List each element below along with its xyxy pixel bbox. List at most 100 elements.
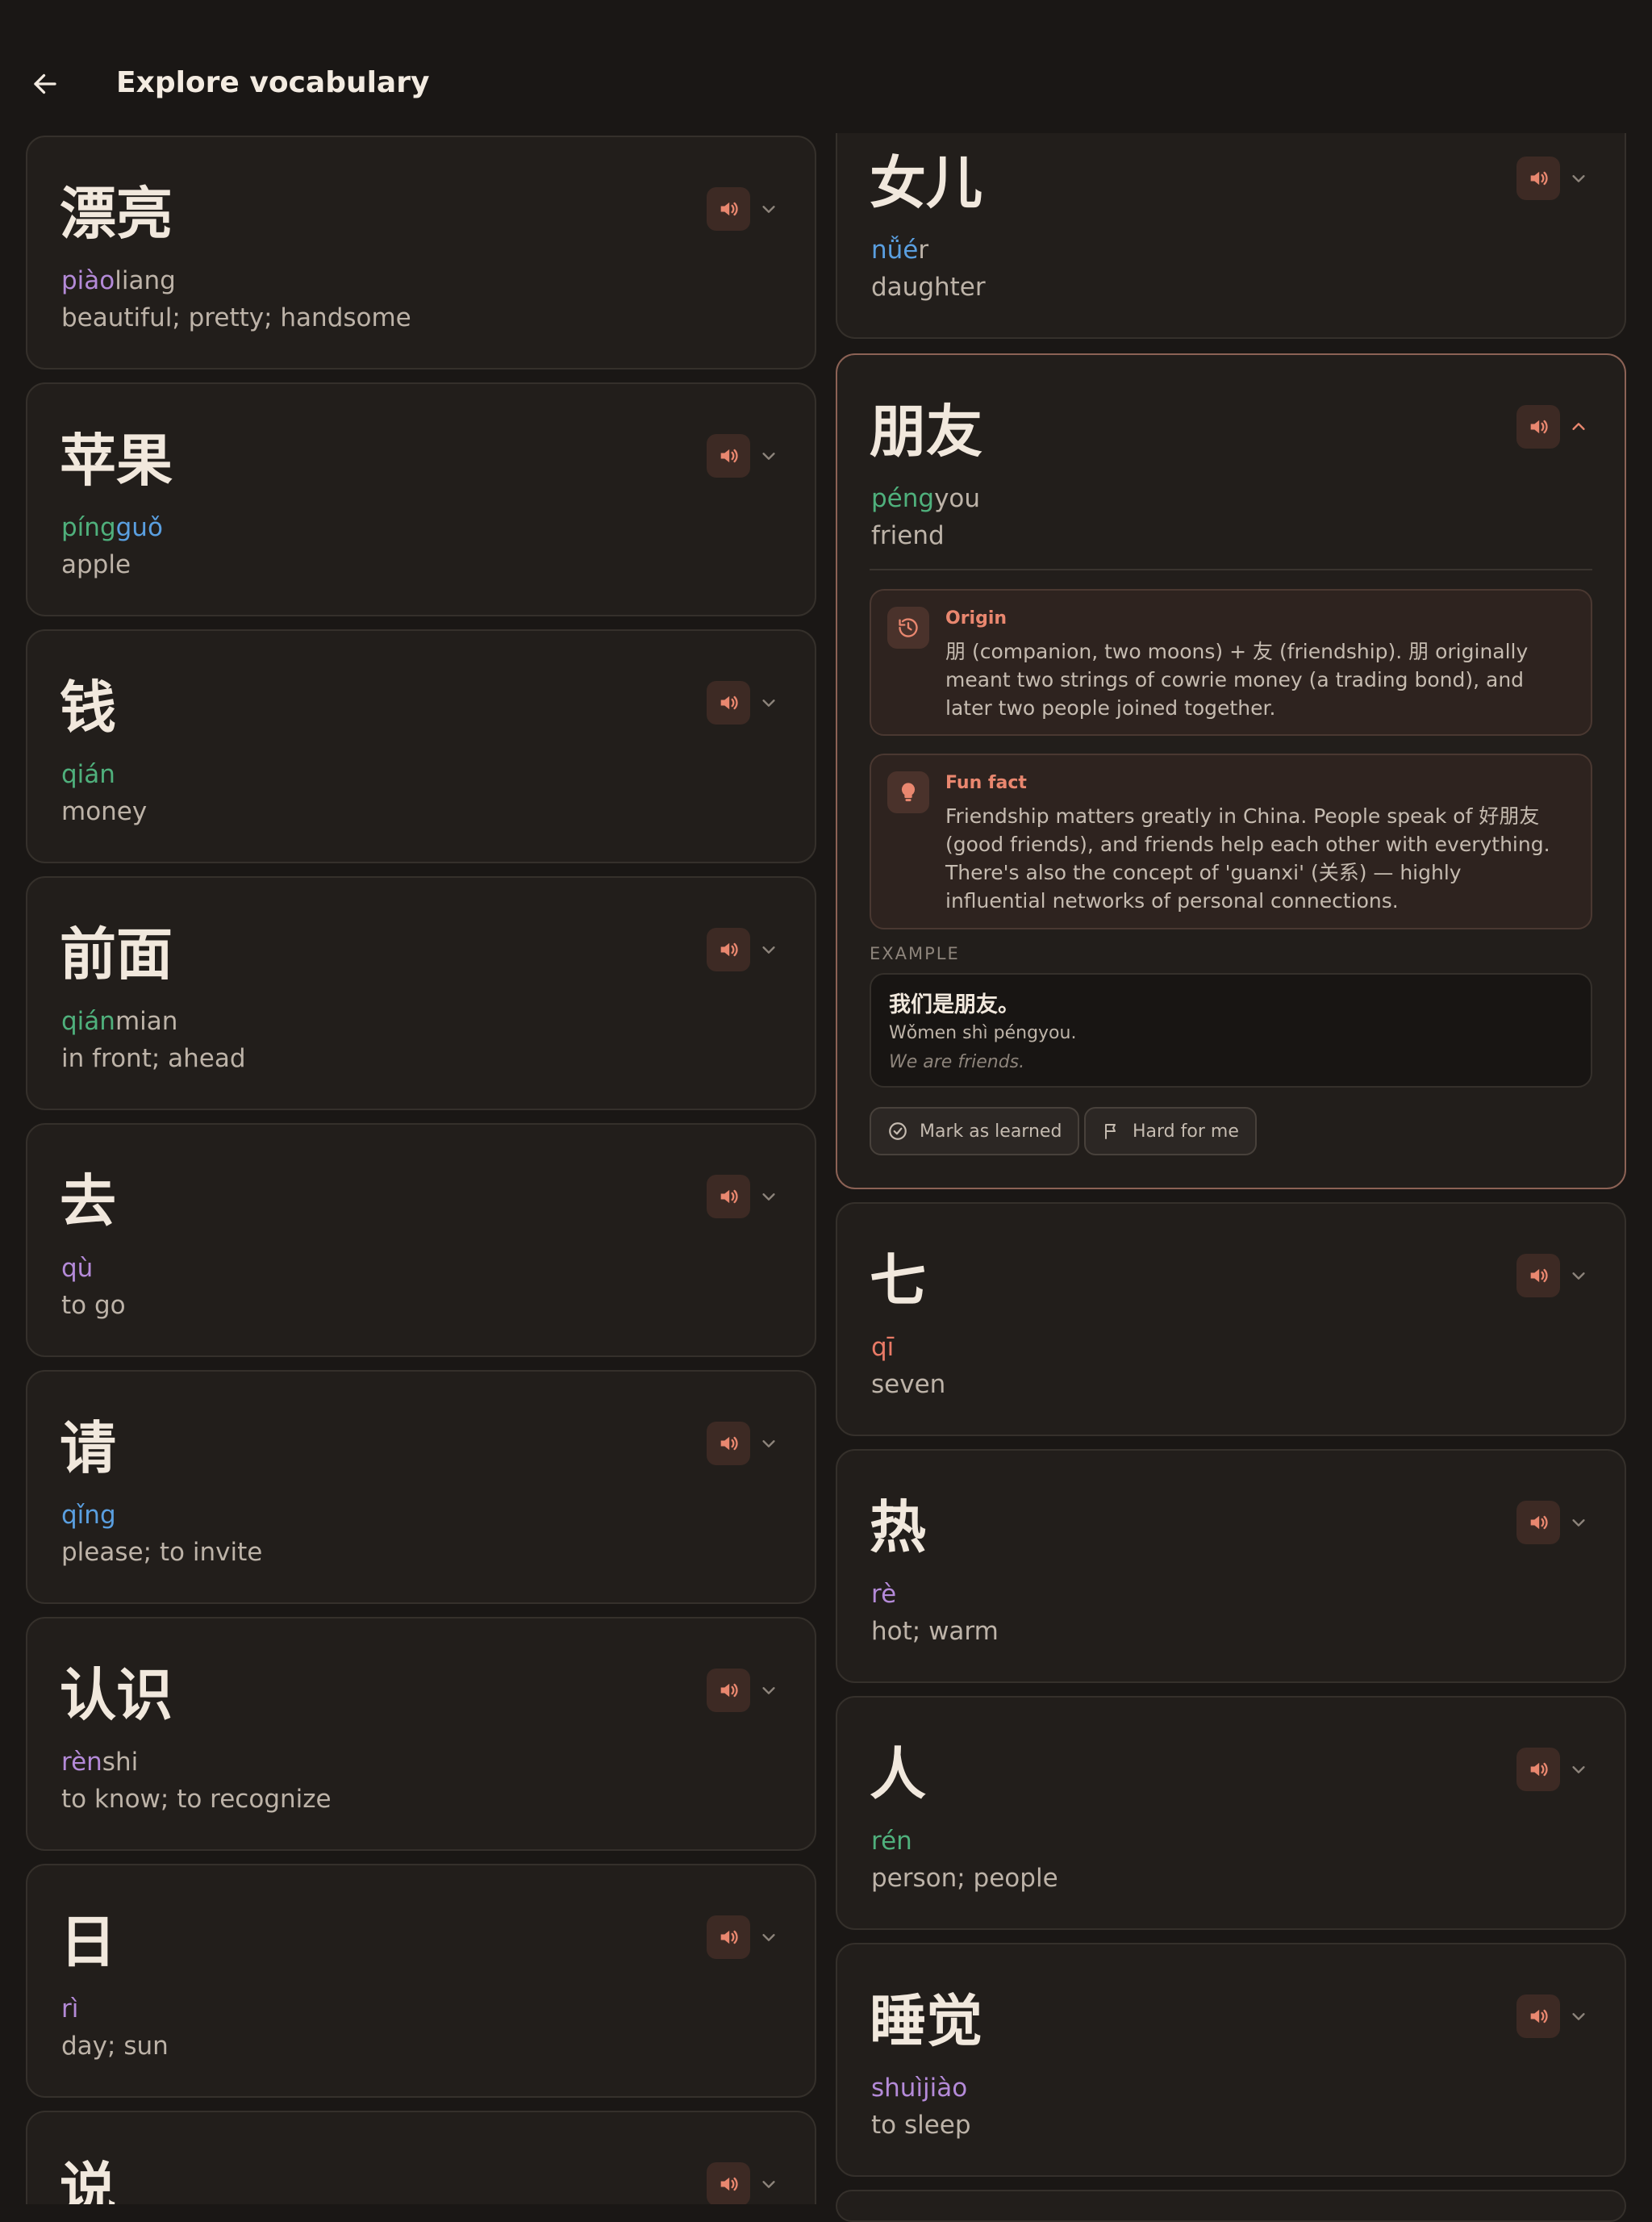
hard-for-me-label: Hard for me (1133, 1121, 1239, 1142)
play-audio-button[interactable] (707, 1669, 750, 1712)
play-audio-button[interactable] (1516, 1501, 1560, 1544)
word-card[interactable]: 前面 qiánmian in front; ahead (26, 876, 816, 1110)
word-card[interactable]: 苹果 píngguǒ apple (26, 382, 816, 616)
play-audio-button[interactable] (707, 681, 750, 725)
chevron-down-icon (762, 1193, 775, 1201)
word-pinyin: piàoliang (61, 265, 176, 297)
word-card[interactable]: 请 qǐng please; to invite (26, 1370, 816, 1604)
pinyin-syllable: you (934, 484, 981, 513)
expand-button[interactable] (758, 1680, 779, 1701)
play-audio-button[interactable] (707, 434, 750, 478)
expand-button[interactable] (758, 2174, 779, 2195)
page-title: Explore vocabulary (116, 66, 430, 99)
chevron-down-icon (1572, 1272, 1585, 1280)
speaker-icon (1530, 2009, 1548, 2024)
play-audio-button[interactable] (707, 2162, 750, 2204)
play-audio-button[interactable] (1516, 157, 1560, 200)
chevron-up-icon (1572, 423, 1585, 430)
mark-learned-label: Mark as learned (920, 1121, 1062, 1142)
word-meaning: friend (871, 521, 945, 550)
word-hanzi: 认识 (60, 1662, 173, 1728)
chevron-down-icon (762, 1934, 775, 1941)
word-card[interactable]: 说 (26, 2111, 816, 2204)
app-header: Explore vocabulary (0, 0, 1652, 133)
expand-button[interactable] (758, 1927, 779, 1948)
play-audio-button[interactable] (1516, 1994, 1560, 2038)
word-pinyin: rènshi (61, 1746, 138, 1778)
chevron-down-icon (762, 1440, 775, 1447)
word-card[interactable]: 钱 qián money (26, 629, 816, 863)
word-meaning: apple (61, 550, 131, 579)
expand-button[interactable] (758, 692, 779, 713)
lightbulb-icon (887, 771, 929, 813)
word-pinyin: rén (871, 1825, 912, 1857)
mark-learned-button[interactable]: Mark as learned (870, 1107, 1080, 1155)
chevron-down-icon (762, 453, 775, 460)
word-card[interactable]: 热 rè hot; warm (836, 1449, 1626, 1683)
speaker-icon (720, 1683, 738, 1698)
expand-button[interactable] (1568, 2006, 1589, 2027)
back-button[interactable] (24, 63, 66, 105)
word-card[interactable]: 漂亮 piàoliang beautiful; pretty; handsome (26, 136, 816, 370)
word-card[interactable] (836, 2190, 1626, 2222)
word-pinyin: nǚér (871, 234, 928, 266)
pinyin-syllable: qián (61, 760, 115, 789)
word-card[interactable]: 女儿 nǚér daughter (836, 105, 1626, 339)
example-box: 我们是朋友。 Wǒmen shì péngyou. We are friends… (870, 973, 1592, 1088)
speaker-icon (720, 449, 738, 463)
play-audio-button[interactable] (707, 928, 750, 971)
speaker-icon (720, 1930, 738, 1944)
word-meaning: daughter (871, 273, 986, 302)
play-audio-button[interactable] (1516, 405, 1560, 449)
chevron-down-icon (1572, 175, 1585, 182)
play-audio-button[interactable] (707, 1175, 750, 1218)
chevron-down-icon (1572, 2013, 1585, 2020)
collapse-button[interactable] (1568, 416, 1589, 437)
pinyin-syllable: píng (61, 513, 116, 542)
speaker-icon (720, 942, 738, 957)
example-pinyin: Wǒmen shì péngyou. (889, 1023, 1077, 1043)
hard-for-me-button[interactable]: Hard for me (1084, 1107, 1257, 1155)
expand-button[interactable] (758, 1433, 779, 1454)
pinyin-syllable: qī (871, 1333, 895, 1362)
word-card-expanded[interactable]: 朋友 péngyou friend Origin 朋 (companion, t… (836, 353, 1626, 1189)
word-meaning: to sleep (871, 2111, 971, 2140)
expand-button[interactable] (758, 939, 779, 960)
word-card[interactable]: 睡觉 shuìjiào to sleep (836, 1943, 1626, 2177)
pinyin-syllable: shi (102, 1748, 139, 1777)
word-hanzi: 钱 (60, 675, 116, 741)
funfact-text: Friendship matters greatly in China. Peo… (945, 804, 1550, 913)
play-audio-button[interactable] (1516, 1748, 1560, 1791)
pinyin-syllable: guǒ (115, 513, 163, 542)
origin-text: 朋 (companion, two moons) + 友 (friendship… (945, 640, 1529, 720)
expand-button[interactable] (758, 198, 779, 219)
word-pinyin: rè (871, 1578, 896, 1610)
pinyin-syllable: r (918, 236, 929, 265)
word-card[interactable]: 去 qù to go (26, 1123, 816, 1357)
example-translation: We are friends. (889, 1052, 1025, 1072)
expand-button[interactable] (758, 1186, 779, 1207)
word-card[interactable]: 日 rì day; sun (26, 1864, 816, 2098)
expand-button[interactable] (1568, 1512, 1589, 1533)
chevron-down-icon (762, 1687, 775, 1694)
word-pinyin: rì (61, 1993, 78, 2025)
speaker-icon (720, 1436, 738, 1451)
play-audio-button[interactable] (707, 1915, 750, 1959)
speaker-icon (720, 695, 738, 710)
expand-button[interactable] (1568, 1265, 1589, 1286)
word-pinyin: péngyou (871, 482, 980, 515)
expand-button[interactable] (758, 445, 779, 466)
play-audio-button[interactable] (707, 1422, 750, 1465)
play-audio-button[interactable] (1516, 1254, 1560, 1297)
pinyin-syllable: péng (871, 484, 935, 513)
expand-button[interactable] (1568, 168, 1589, 189)
word-hanzi: 苹果 (60, 428, 173, 494)
funfact-box: Fun fact Friendship matters greatly in C… (870, 754, 1592, 929)
word-pinyin: shuìjiào (871, 2072, 967, 2104)
word-card[interactable]: 认识 rènshi to know; to recognize (26, 1617, 816, 1851)
play-audio-button[interactable] (707, 187, 750, 231)
origin-label: Origin (945, 608, 1007, 629)
expand-button[interactable] (1568, 1759, 1589, 1780)
word-card[interactable]: 七 qī seven (836, 1202, 1626, 1436)
word-card[interactable]: 人 rén person; people (836, 1696, 1626, 1930)
